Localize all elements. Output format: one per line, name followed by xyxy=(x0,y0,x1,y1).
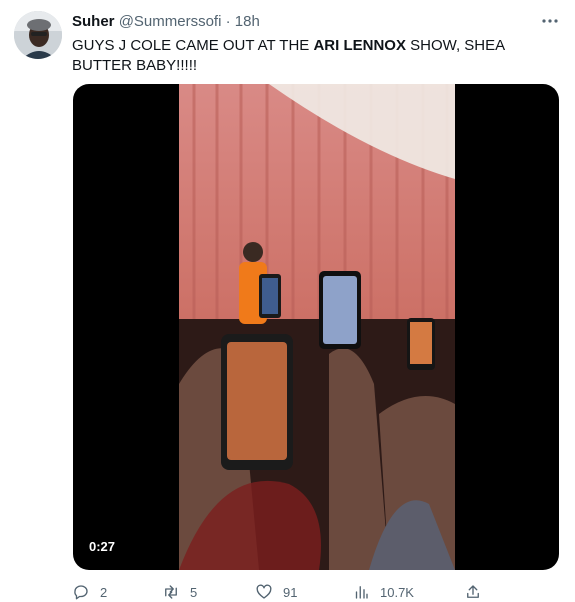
retweet-icon xyxy=(165,585,177,599)
timestamp[interactable]: 18h xyxy=(235,13,260,30)
tweet-text-part1: GUYS J COLE CAME OUT AT THE xyxy=(72,37,314,54)
reply-button[interactable]: 2 xyxy=(72,582,107,602)
like-button[interactable]: 91 xyxy=(255,582,297,602)
video-frame xyxy=(179,84,455,570)
share-icon xyxy=(467,585,479,598)
like-count: 91 xyxy=(283,584,298,600)
avatar[interactable] xyxy=(14,11,62,59)
separator-dot: · xyxy=(225,13,231,30)
action-bar: 2 5 91 10.7K xyxy=(72,582,482,602)
tweet-text: GUYS J COLE CAME OUT AT THE ARI LENNOX S… xyxy=(72,36,552,76)
retweet-count: 5 xyxy=(190,584,198,600)
views-button[interactable]: 10.7K xyxy=(352,582,414,602)
retweet-button[interactable]: 5 xyxy=(162,582,197,602)
tweet-header: Suher @Summerssofi · 18h xyxy=(72,12,555,32)
heart-icon xyxy=(256,584,272,599)
author-handle[interactable]: @Summerssofi xyxy=(119,13,222,30)
views-icon xyxy=(355,586,368,599)
more-dots-icon[interactable] xyxy=(539,10,561,32)
reply-count: 2 xyxy=(100,584,108,600)
video-player[interactable]: 0:27 xyxy=(73,84,559,570)
share-button[interactable] xyxy=(464,582,492,602)
tweet-text-bold: ARI LENNOX xyxy=(313,37,406,54)
author-name[interactable]: Suher xyxy=(72,13,115,30)
reply-icon xyxy=(74,585,88,600)
video-duration: 0:27 xyxy=(83,536,122,558)
views-count: 10.7K xyxy=(380,584,414,600)
tweet-card[interactable]: Suher @Summerssofi · 18h GUYS J COLE CAM… xyxy=(0,0,575,600)
